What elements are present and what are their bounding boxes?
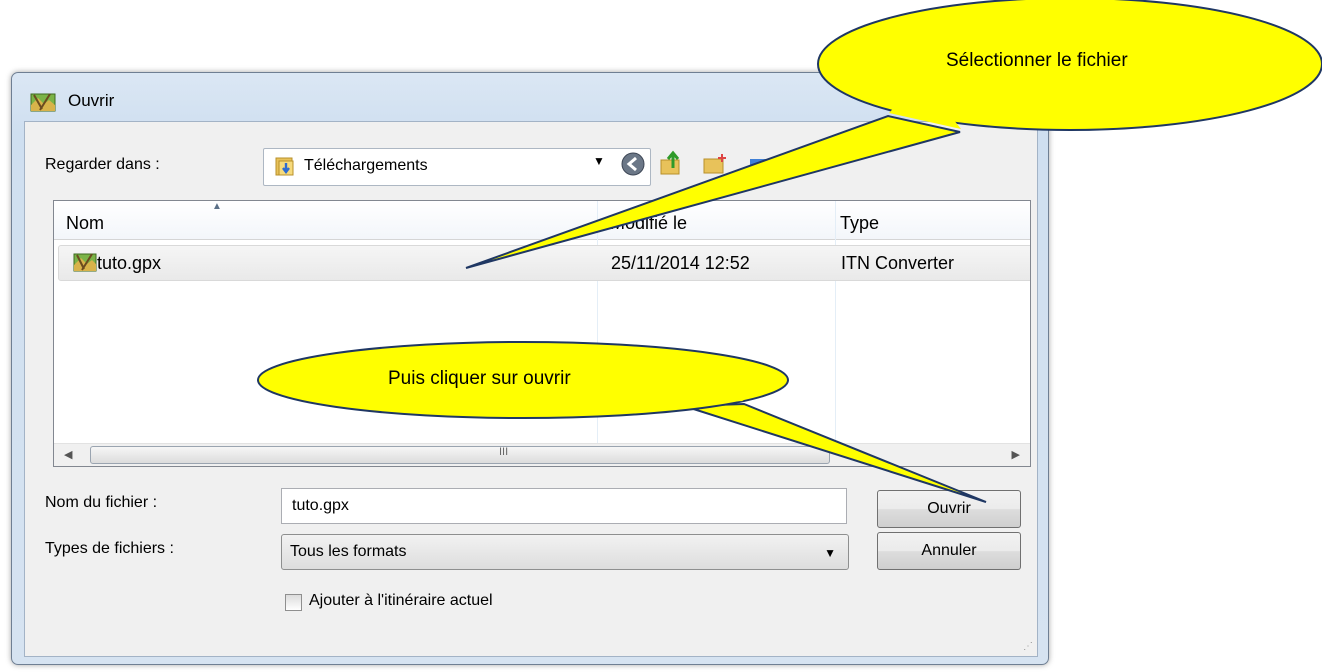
- callout-select-file-text: Sélectionner le fichier: [946, 50, 1128, 71]
- callout-click-open: [257, 341, 987, 503]
- callouts-overlay: [257, 0, 1322, 503]
- callout-select-file: [465, 0, 1322, 269]
- callout-click-open-text: Puis cliquer sur ouvrir: [388, 368, 571, 389]
